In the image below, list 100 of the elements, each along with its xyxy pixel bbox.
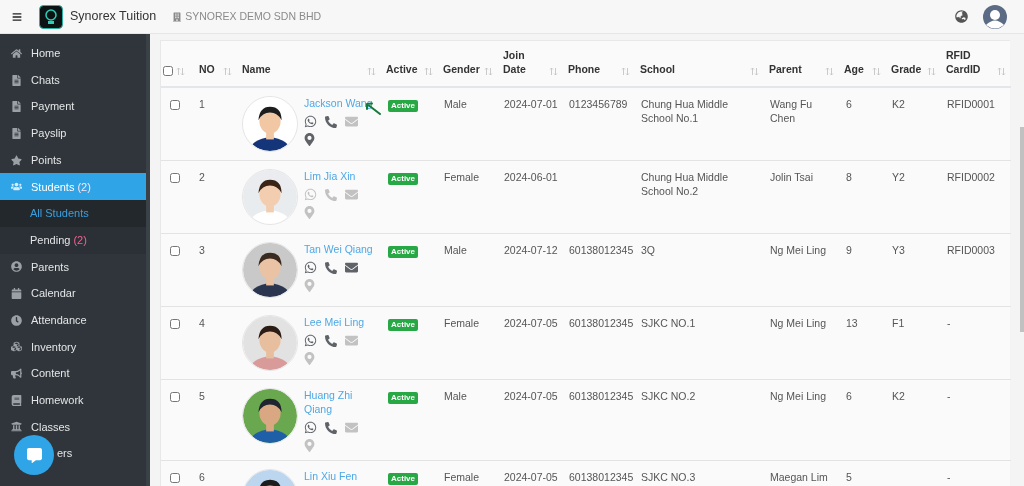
count-text: (2) [73, 232, 87, 248]
table-cell: RFID0003 [947, 244, 995, 256]
sidebar-item[interactable]: Inventory [0, 333, 146, 361]
row-checkbox[interactable] [170, 473, 180, 483]
sidebar-subitem[interactable]: Pending (2) [0, 226, 146, 254]
sort-icon[interactable] [750, 67, 759, 76]
menu-button[interactable] [12, 11, 24, 22]
sidebar-label: Chats [31, 72, 60, 88]
status-badge: Active [388, 392, 418, 404]
column-header[interactable]: Name [242, 62, 271, 76]
table-cell: 6 [846, 98, 852, 110]
sidebar-item[interactable]: Payslip [0, 120, 146, 147]
whatsapp-icon[interactable] [304, 261, 317, 274]
phone-icon[interactable] [325, 115, 337, 128]
sidebar-item[interactable]: Home [0, 40, 146, 67]
sidebar-label: Attendance [31, 312, 87, 328]
table-cell-text: SJKC NO.3 [641, 470, 697, 484]
status-badge: Active [388, 246, 418, 258]
email-icon[interactable] [345, 261, 358, 274]
table-cell: 9 [846, 244, 852, 256]
table-cell: Male [444, 390, 467, 402]
sidebar-item[interactable]: Attendance [0, 306, 146, 334]
column-header[interactable]: School [640, 62, 675, 76]
row-checkbox[interactable] [170, 173, 180, 183]
sidebar-label: ers [57, 446, 73, 462]
whatsapp-icon[interactable] [304, 421, 317, 434]
sidebar-item[interactable]: Homework [0, 386, 146, 414]
sort-icon[interactable] [223, 67, 232, 76]
row-checkbox[interactable] [170, 319, 180, 329]
sidebar-label: Classes [31, 419, 71, 435]
sort-icon[interactable] [484, 67, 493, 76]
table-cell: Female [444, 171, 479, 183]
sort-icon[interactable] [424, 67, 433, 76]
sort-icon[interactable] [621, 67, 630, 76]
home-icon [11, 47, 22, 59]
language-button[interactable] [955, 10, 968, 23]
chat-button[interactable] [14, 435, 54, 475]
table-cell: F1 [892, 317, 905, 329]
sort-icon[interactable] [825, 67, 834, 76]
table-cell: 60138012345 [569, 471, 634, 483]
sort-icon[interactable] [997, 67, 1006, 76]
column-header[interactable]: RFID CardID [946, 48, 997, 76]
sidebar-item[interactable]: ers [0, 440, 146, 467]
column-header[interactable]: Parent [769, 62, 802, 76]
sidebar-label: Calendar [31, 286, 76, 302]
table-cell: 60138012345 [569, 244, 634, 256]
table-cell: Y3 [892, 244, 905, 256]
column-header[interactable]: Grade [891, 62, 922, 76]
sidebar-label: Homework [31, 393, 84, 409]
table-cell-text: Chung Hua Middle School No.1 [641, 97, 729, 125]
table-cell: 2024-06-01 [504, 171, 558, 183]
cubes-icon [11, 341, 22, 353]
column-header[interactable]: NO [199, 62, 215, 76]
whatsapp-icon[interactable] [304, 334, 317, 347]
column-header[interactable]: Gender [443, 62, 480, 76]
sidebar-item[interactable]: Points [0, 146, 146, 174]
sort-icon[interactable] [927, 67, 936, 76]
row-checkbox[interactable] [170, 392, 180, 402]
sidebar-item[interactable]: Calendar [0, 280, 146, 307]
table-cell-text: Jolin Tsai [770, 170, 814, 184]
sort-icon[interactable] [872, 67, 881, 76]
column-header[interactable]: Active [386, 62, 418, 76]
table-cell: K2 [892, 98, 905, 110]
star-icon [11, 154, 22, 166]
logo-icon [39, 4, 63, 29]
sidebar-item[interactable]: Content [0, 360, 146, 387]
sort-icon[interactable] [367, 67, 376, 76]
megaphone-icon [11, 368, 22, 380]
table-cell: RFID0001 [947, 98, 995, 110]
table-cell-text: Wang Fu Chen [770, 97, 814, 125]
sort-icon[interactable] [549, 67, 558, 76]
building-icon [173, 11, 182, 22]
table-cell: 2024-07-01 [504, 98, 558, 110]
phone-icon[interactable] [325, 334, 337, 347]
sidebar-item[interactable]: Payment [0, 93, 146, 121]
table-cell: 2 [199, 171, 205, 183]
row-checkbox[interactable] [170, 100, 180, 110]
whatsapp-icon[interactable] [304, 115, 317, 128]
column-header[interactable]: Age [844, 62, 864, 76]
app-title: Synorex Tuition [70, 8, 157, 26]
sidebar-label: All Students [30, 206, 89, 222]
location-icon[interactable] [304, 133, 315, 146]
status-badge: Active [388, 173, 418, 185]
table-cell: 8 [846, 171, 852, 183]
sidebar-item[interactable]: Chats [0, 66, 146, 94]
phone-icon[interactable] [325, 261, 337, 274]
table-cell: 5 [199, 390, 205, 402]
sidebar-label: Points [31, 152, 62, 168]
column-header[interactable]: Phone [568, 62, 601, 76]
table-cell: Female [444, 471, 479, 483]
sidebar-subitem[interactable]: All Students [0, 200, 146, 227]
phone-icon[interactable] [325, 421, 337, 434]
row-checkbox[interactable] [170, 246, 180, 256]
user-avatar-icon[interactable] [983, 4, 1007, 29]
select-all-checkbox[interactable] [163, 66, 173, 76]
table-cell: 6 [846, 390, 852, 402]
sidebar-item[interactable]: Parents [0, 253, 146, 281]
sidebar-label: Inventory [31, 339, 77, 355]
column-header[interactable]: Join Date [503, 48, 549, 76]
sidebar-item[interactable]: Classes [0, 413, 146, 441]
